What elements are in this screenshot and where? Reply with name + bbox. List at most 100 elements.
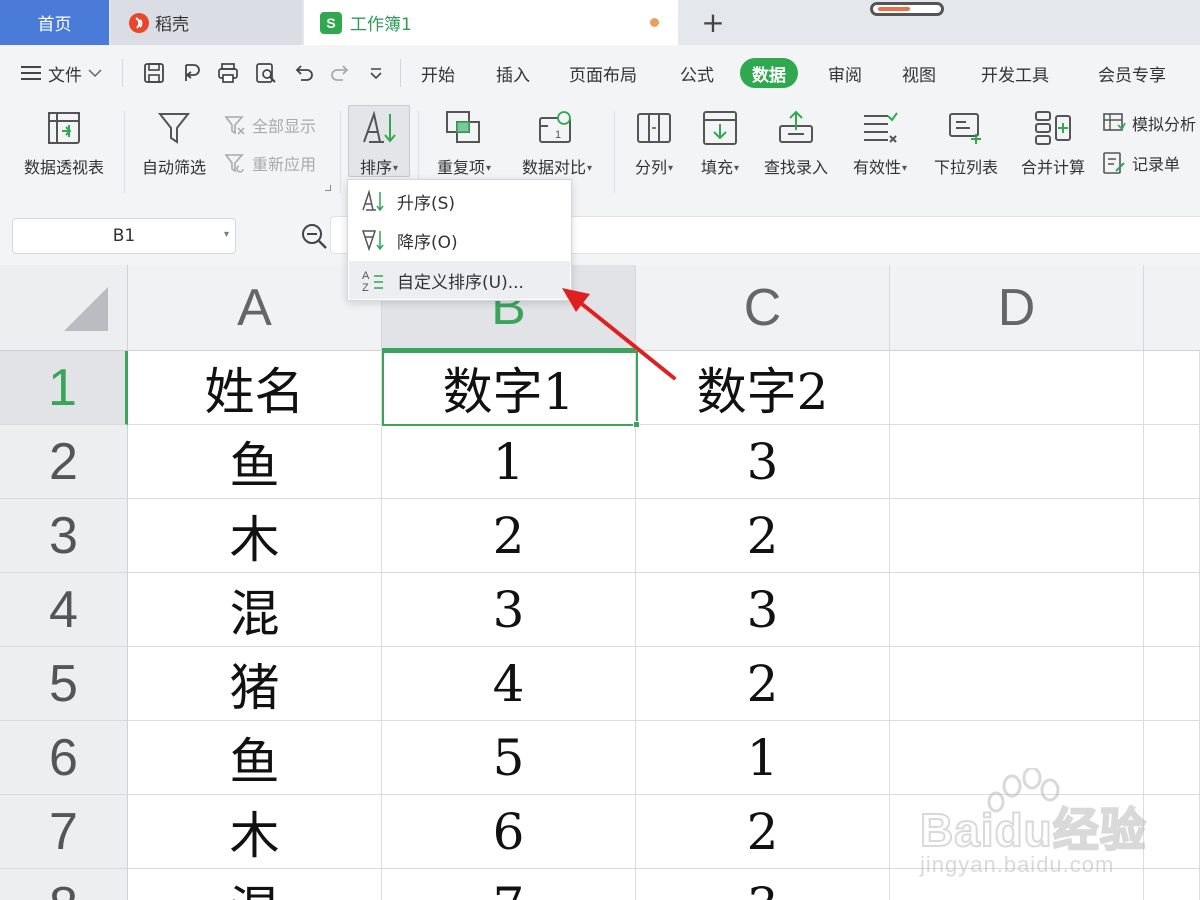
validity-button[interactable]: 有效性▾ [844, 105, 916, 178]
menu-view[interactable]: 视图 [902, 45, 936, 101]
redo-icon [328, 61, 352, 85]
reapply-button[interactable]: 重新应用 [224, 151, 316, 175]
cell-d5[interactable] [890, 647, 1144, 721]
cell-a4[interactable]: 混 [128, 573, 382, 647]
select-all-corner[interactable] [0, 265, 128, 351]
zoom-formula-button[interactable] [300, 222, 328, 250]
cell-e6[interactable] [1144, 721, 1200, 795]
sort-ascending-label: 升序(S) [397, 193, 456, 214]
tab-home[interactable]: 首页 [0, 0, 109, 45]
menu-data[interactable]: 数据 [740, 58, 798, 88]
autofilter-button[interactable]: 自动筛选 [136, 105, 212, 178]
row-header-2[interactable]: 2 [0, 425, 128, 499]
cell-c2[interactable]: 3 [636, 425, 890, 499]
cell-a2[interactable]: 鱼 [128, 425, 382, 499]
name-box[interactable]: B1 ▾ [12, 218, 236, 254]
cell-c7[interactable]: 2 [636, 795, 890, 869]
group-expand-icon[interactable] [325, 185, 331, 191]
record-form-button[interactable]: 记录单 [1102, 151, 1180, 175]
row-header-label: 5 [49, 654, 78, 713]
new-tab-button[interactable]: + [700, 0, 726, 45]
column-header-d[interactable]: D [890, 265, 1144, 351]
row-header-8[interactable]: 8 [0, 869, 128, 900]
save-button[interactable] [142, 45, 166, 101]
menu-start[interactable]: 开始 [421, 45, 455, 101]
export-button[interactable] [180, 45, 204, 101]
cell-b3[interactable]: 2 [382, 499, 636, 573]
data-compare-button[interactable]: 1 数据对比▾ [512, 105, 602, 178]
pivot-table-button[interactable]: 数据透视表 [18, 105, 110, 178]
cell-e8[interactable] [1144, 869, 1200, 900]
menu-formula[interactable]: 公式 [680, 45, 714, 101]
cell-b2[interactable]: 1 [382, 425, 636, 499]
file-menu[interactable]: 文件 [20, 45, 102, 101]
column-header-label: C [743, 278, 782, 337]
cell-c5[interactable]: 2 [636, 647, 890, 721]
cell-a1[interactable]: 姓名 [128, 351, 382, 425]
cell-e3[interactable] [1144, 499, 1200, 573]
cell-b5[interactable]: 4 [382, 647, 636, 721]
fill-button[interactable]: 填充▾ [692, 105, 748, 178]
duplicates-button[interactable]: 重复项▾ [428, 105, 500, 178]
sort-button[interactable]: 排序▾ [348, 105, 410, 178]
dropdown-list-button[interactable]: 下拉列表 [928, 105, 1004, 178]
tab-workbook[interactable]: S 工作簿1 [304, 0, 678, 45]
cell-e7[interactable] [1144, 795, 1200, 869]
show-all-button[interactable]: 全部显示 [224, 113, 316, 137]
whatif-analysis-button[interactable]: 模拟分析 [1102, 111, 1196, 135]
row-header-1[interactable]: 1 [0, 351, 128, 425]
cell-d4[interactable] [890, 573, 1144, 647]
consolidate-button[interactable]: 合并计算 [1014, 105, 1092, 178]
undo-button[interactable] [292, 45, 316, 101]
row-header-7[interactable]: 7 [0, 795, 128, 869]
cell-e5[interactable] [1144, 647, 1200, 721]
validity-icon [862, 105, 898, 151]
cell-c8[interactable]: 3 [636, 869, 890, 900]
menu-review[interactable]: 审阅 [828, 45, 862, 101]
column-header-a[interactable]: A [128, 265, 382, 351]
row-header-6[interactable]: 6 [0, 721, 128, 795]
plus-icon: + [701, 6, 725, 39]
cell-b6[interactable]: 5 [382, 721, 636, 795]
redo-button[interactable] [328, 45, 352, 101]
tab-daoke[interactable]: 稻壳 [111, 0, 302, 45]
menu-bar: 文件 开始 插入 页面布局 公式 数据 审阅 视图 开发工具 会员专享 [0, 45, 1200, 101]
lookup-entry-button[interactable]: 查找录入 [758, 105, 834, 178]
quick-access-dropdown[interactable] [368, 45, 384, 101]
custom-sort-item[interactable]: AZ 自定义排序(U)... [349, 261, 570, 299]
menu-page-layout[interactable]: 页面布局 [569, 45, 637, 101]
cell-a5[interactable]: 猪 [128, 647, 382, 721]
cell-c3[interactable]: 2 [636, 499, 890, 573]
cell-d1[interactable] [890, 351, 1144, 425]
cell-a7[interactable]: 木 [128, 795, 382, 869]
cell-a6[interactable]: 鱼 [128, 721, 382, 795]
row-header-4[interactable]: 4 [0, 573, 128, 647]
cell-e2[interactable] [1144, 425, 1200, 499]
menu-view-label: 视图 [902, 65, 936, 86]
print-preview-button[interactable] [254, 45, 278, 101]
cell-d2[interactable] [890, 425, 1144, 499]
cell-a8[interactable]: 混 [128, 869, 382, 900]
fill-handle[interactable] [633, 421, 640, 428]
cell-b4[interactable]: 3 [382, 573, 636, 647]
row-header-5[interactable]: 5 [0, 647, 128, 721]
cell-e1[interactable] [1144, 351, 1200, 425]
column-header-e[interactable] [1144, 265, 1200, 351]
menu-insert[interactable]: 插入 [496, 45, 530, 101]
split-column-button[interactable]: 分列▾ [626, 105, 682, 178]
sort-ascending-item[interactable]: 升序(S) [349, 182, 570, 220]
row-header-3[interactable]: 3 [0, 499, 128, 573]
cell-c4[interactable]: 3 [636, 573, 890, 647]
cell-d3[interactable] [890, 499, 1144, 573]
menu-review-label: 审阅 [828, 65, 862, 86]
sort-descending-item[interactable]: 降序(O) [349, 221, 570, 259]
print-button[interactable] [216, 45, 240, 101]
cell-value: 7 [493, 877, 525, 900]
cell-e4[interactable] [1144, 573, 1200, 647]
cell-b7[interactable]: 6 [382, 795, 636, 869]
cell-a3[interactable]: 木 [128, 499, 382, 573]
menu-member[interactable]: 会员专享 [1098, 45, 1166, 101]
menu-developer[interactable]: 开发工具 [981, 45, 1049, 101]
cell-c6[interactable]: 1 [636, 721, 890, 795]
cell-b8[interactable]: 7 [382, 869, 636, 900]
